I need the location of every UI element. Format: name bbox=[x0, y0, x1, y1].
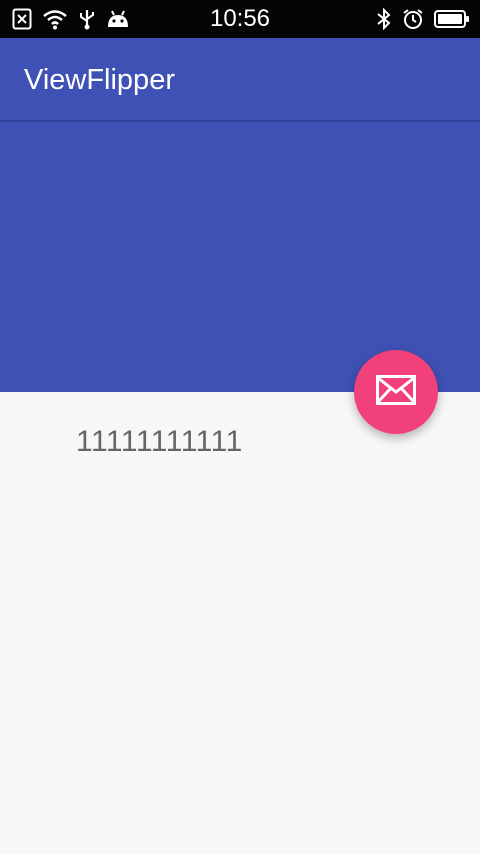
bluetooth-icon bbox=[376, 8, 392, 30]
mail-fab-button[interactable] bbox=[354, 350, 438, 434]
status-bar: 10:56 bbox=[0, 0, 480, 38]
app-title: ViewFlipper bbox=[24, 64, 175, 96]
app-bar: ViewFlipper bbox=[0, 38, 480, 122]
battery-icon bbox=[434, 9, 470, 29]
view-flipper[interactable]: 11111111111 bbox=[0, 392, 480, 854]
flipper-text: 11111111111 bbox=[76, 425, 243, 458]
alarm-icon bbox=[402, 8, 424, 30]
mail-icon bbox=[376, 374, 416, 410]
status-right-icons bbox=[376, 8, 470, 30]
